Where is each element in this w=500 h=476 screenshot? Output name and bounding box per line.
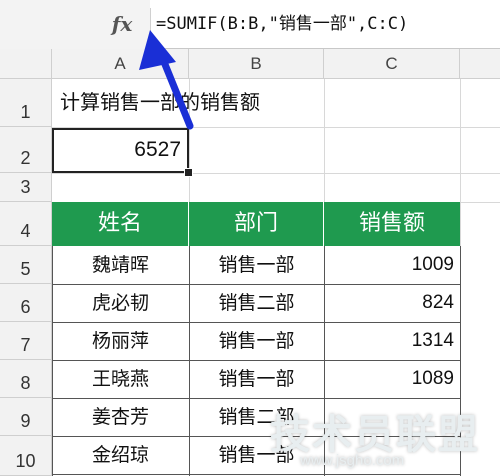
table-border (189, 246, 190, 476)
active-cell-border (52, 128, 189, 173)
table-cell-sales[interactable]: 824 (324, 284, 460, 322)
cell-a1[interactable]: 计算销售一部的销售额 (60, 87, 260, 117)
row-header-7[interactable]: 7 (0, 322, 52, 360)
row-header-3[interactable]: 3 (0, 173, 52, 202)
grid-line (52, 173, 500, 174)
formula-input[interactable]: =SUMIF(B:B,"销售一部",C:C) (156, 10, 408, 38)
fill-handle[interactable] (184, 168, 193, 177)
row-header-1[interactable]: 1 (0, 79, 52, 127)
row-header-4[interactable]: 4 (0, 202, 52, 246)
table-cell-name[interactable]: 王晓燕 (52, 360, 189, 398)
table-cell-name[interactable]: 魏靖晖 (52, 246, 189, 284)
table-cell-sales[interactable]: 1314 (324, 322, 460, 360)
row-header-10[interactable]: 10 (0, 436, 52, 476)
table-border (52, 322, 460, 323)
column-header-b[interactable]: B (189, 49, 324, 79)
select-all-corner[interactable] (0, 49, 52, 79)
table-cell-dept[interactable]: 销售一部 (189, 360, 324, 398)
table-cell-name[interactable]: 虎必韧 (52, 284, 189, 322)
table-header-name[interactable]: 姓名 (52, 202, 189, 246)
row-header-5[interactable]: 5 (0, 246, 52, 284)
table-border (52, 284, 460, 285)
table-header-sales[interactable]: 销售额 (324, 202, 460, 246)
watermark-url: www.jsgho.com (300, 452, 405, 469)
formula-bar: fx =SUMIF(B:B,"销售一部",C:C) (0, 0, 500, 49)
table-border (52, 246, 53, 476)
table-border (52, 360, 460, 361)
column-header-row: A B C (0, 49, 500, 79)
column-header-d[interactable] (460, 49, 500, 79)
table-cell-dept[interactable]: 销售一部 (189, 246, 324, 284)
table-cell-dept[interactable]: 销售一部 (189, 322, 324, 360)
table-cell-name[interactable]: 杨丽萍 (52, 322, 189, 360)
table-cell-name[interactable]: 姜杏芳 (52, 398, 189, 436)
row-header-2[interactable]: 2 (0, 127, 52, 173)
fx-icon[interactable]: fx (104, 10, 140, 38)
table-border (52, 398, 460, 399)
row-header-9[interactable]: 9 (0, 398, 52, 436)
row-header-8[interactable]: 8 (0, 360, 52, 398)
table-cell-name[interactable]: 金绍琼 (52, 436, 189, 474)
table-cell-sales[interactable]: 1009 (324, 246, 460, 284)
column-header-c[interactable]: C (324, 49, 460, 79)
table-cell-dept[interactable]: 销售二部 (189, 284, 324, 322)
table-cell-sales[interactable]: 1089 (324, 360, 460, 398)
row-header-6[interactable]: 6 (0, 284, 52, 322)
column-header-a[interactable]: A (52, 49, 189, 79)
table-header-dept[interactable]: 部门 (189, 202, 324, 246)
formula-separator (150, 8, 151, 41)
table-border (52, 474, 460, 475)
